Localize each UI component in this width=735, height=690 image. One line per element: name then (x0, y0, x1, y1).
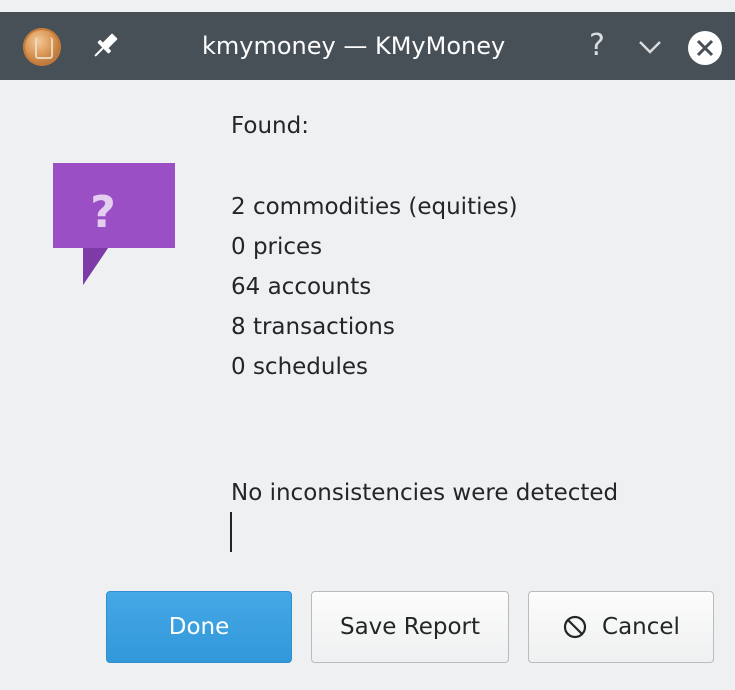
kmymoney-app-icon[interactable] (23, 28, 61, 66)
found-label: Found: (231, 113, 309, 139)
stat-prices: 0 prices (231, 234, 323, 260)
pin-icon[interactable] (88, 28, 122, 64)
stat-transactions: 8 transactions (231, 314, 395, 340)
kmymoney-dialog-window: kmymoney — KMyMoney ? ? Found: 2 commodi… (0, 0, 735, 690)
minimize-chevron-icon[interactable] (633, 30, 667, 64)
title-bar[interactable]: kmymoney — KMyMoney ? (0, 12, 735, 80)
done-button-label: Done (168, 614, 230, 640)
result-message: No inconsistencies were detected (231, 480, 619, 506)
text-cursor (230, 512, 232, 552)
save-report-button[interactable]: Save Report (311, 591, 509, 663)
done-button[interactable]: Done (106, 591, 292, 663)
cancel-icon (563, 615, 587, 639)
question-icon: ? (53, 163, 175, 285)
window-title: kmymoney — KMyMoney (202, 32, 506, 60)
cancel-button-label: Cancel (602, 614, 680, 640)
stat-schedules: 0 schedules (231, 354, 369, 380)
question-mark-glyph: ? (90, 187, 116, 238)
close-icon[interactable] (686, 29, 724, 67)
stat-accounts: 64 accounts (231, 274, 372, 300)
help-icon[interactable]: ? (580, 26, 614, 66)
save-report-button-label: Save Report (339, 614, 480, 640)
cancel-button[interactable]: Cancel (528, 591, 714, 663)
stat-commodities: 2 commodities (equities) (231, 194, 518, 220)
